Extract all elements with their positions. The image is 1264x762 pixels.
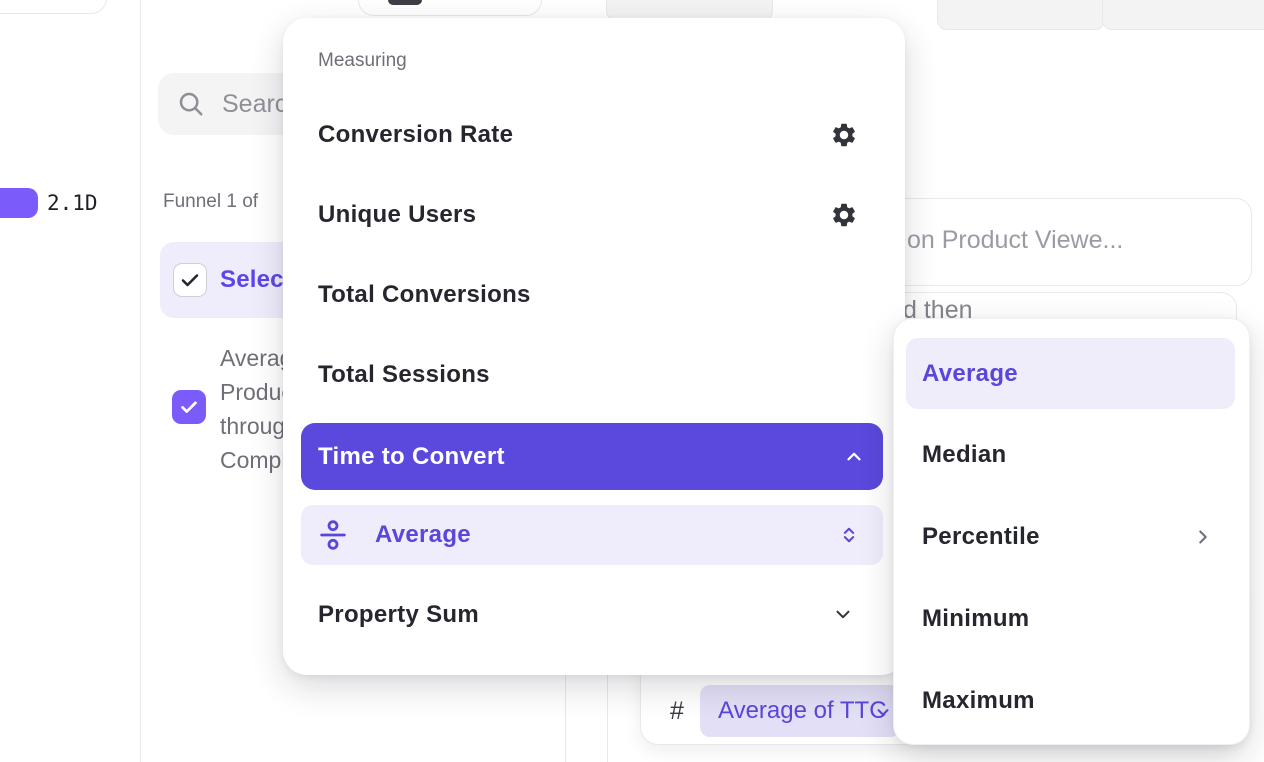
measuring-menu: Measuring Conversion Rate Unique Users T… xyxy=(283,18,905,675)
agg-item-median[interactable]: Median xyxy=(922,440,1006,470)
measurement-picker-screen: 2.1D Search Funnel 1 of Select Average P… xyxy=(0,0,1264,762)
aggregation-menu: Average Median Percentile Minimum Maximu… xyxy=(893,318,1250,745)
agg-item-percentile[interactable]: Percentile xyxy=(922,522,1040,552)
select-all-label: Select xyxy=(220,242,292,318)
sort-chevrons-icon xyxy=(839,525,859,545)
menu-item-average-aggregation[interactable]: Average xyxy=(301,505,883,565)
top-tab-fragment-2 xyxy=(937,0,1105,30)
menu-item-total-sessions[interactable]: Total Sessions xyxy=(318,360,490,390)
menu-item-property-sum[interactable]: Property Sum xyxy=(318,600,479,630)
funnel-step-color-block xyxy=(0,188,38,218)
check-icon xyxy=(178,396,200,418)
gear-icon xyxy=(830,121,858,149)
select-all-checkbox[interactable] xyxy=(173,263,207,297)
funnel-counter-label: Funnel 1 of xyxy=(163,191,258,213)
average-of-ttc-label: Average of TTC xyxy=(718,685,887,737)
search-icon xyxy=(176,89,206,119)
menu-item-time-to-convert[interactable]: Time to Convert xyxy=(301,423,883,490)
top-toolbar-fragment xyxy=(358,0,542,16)
agg-average-label: Average xyxy=(922,338,1018,409)
numeric-type-symbol: # xyxy=(670,697,684,726)
time-to-convert-label: Time to Convert xyxy=(318,423,505,490)
event-step-label: on Product Viewe... xyxy=(907,226,1123,255)
average-aggregation-label: Average xyxy=(375,505,471,565)
chevron-up-icon xyxy=(843,446,865,468)
agg-item-minimum[interactable]: Minimum xyxy=(922,604,1029,634)
agg-item-average[interactable]: Average xyxy=(906,338,1235,409)
bottom-divider-2 xyxy=(607,672,608,762)
unique-users-settings-button[interactable] xyxy=(830,201,858,229)
menu-item-total-conversions[interactable]: Total Conversions xyxy=(318,280,531,310)
toolbar-button-fragment xyxy=(388,0,422,5)
check-icon xyxy=(178,268,202,292)
top-left-card-fragment xyxy=(0,0,107,14)
conversion-rate-settings-button[interactable] xyxy=(830,121,858,149)
average-of-ttc-dropdown[interactable]: Average of TTC xyxy=(700,685,900,737)
bottom-divider-1 xyxy=(565,672,566,762)
agg-item-maximum[interactable]: Maximum xyxy=(922,686,1035,716)
chevron-right-icon xyxy=(1192,526,1214,548)
menu-item-unique-users[interactable]: Unique Users xyxy=(318,200,476,230)
metric-checkbox[interactable] xyxy=(172,390,206,424)
top-tab-fragment-3 xyxy=(1102,0,1264,30)
average-divide-icon xyxy=(317,519,349,551)
left-panel-divider xyxy=(140,0,141,762)
chevron-down-icon xyxy=(874,703,892,721)
menu-item-conversion-rate[interactable]: Conversion Rate xyxy=(318,120,513,150)
funnel-step-badge: 2.1D xyxy=(47,191,98,215)
chevron-down-icon[interactable] xyxy=(832,603,854,625)
measuring-menu-header: Measuring xyxy=(318,50,407,72)
gear-icon xyxy=(830,201,858,229)
